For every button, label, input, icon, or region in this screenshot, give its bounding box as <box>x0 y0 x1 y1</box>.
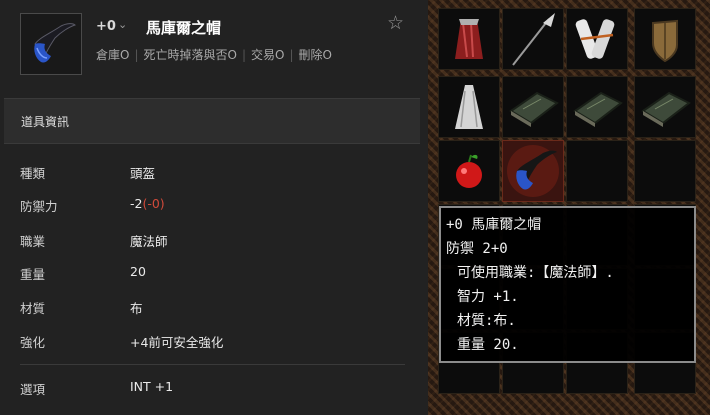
tooltip-int: 智力 +1. <box>457 289 519 305</box>
info-value: 頭盔 <box>130 166 156 181</box>
item-thumbnail <box>20 13 82 75</box>
spellbook-icon <box>573 91 623 127</box>
enhance-dropdown-icon[interactable]: ⌄ <box>118 18 127 31</box>
inventory-slot-empty[interactable] <box>566 140 628 202</box>
inventory-slot-selected[interactable] <box>502 140 564 202</box>
item-detail-panel: +0 ⌄ 馬庫爾之帽 ☆ 倉庫O | 死亡時掉落與否O | 交易O | 刪除O 道具資訊 種… <box>0 0 428 415</box>
tooltip-title: +0 馬庫爾之帽 <box>446 217 542 233</box>
info-value: 20 <box>130 264 146 279</box>
inventory-slot[interactable] <box>634 8 696 70</box>
flag-separator: | <box>289 48 294 62</box>
wizard-hat-icon <box>507 145 559 197</box>
info-value: +4前可安全強化 <box>130 335 224 350</box>
wooden-shield-icon <box>652 19 678 63</box>
spellbook-icon <box>509 91 559 127</box>
spellbook-icon <box>641 91 691 127</box>
item-title: 馬庫爾之帽 <box>146 19 222 37</box>
divider <box>20 364 405 365</box>
inventory-slot[interactable] <box>566 8 628 70</box>
info-value: 魔法師 <box>130 234 168 249</box>
scroll-bundle-icon <box>575 19 615 59</box>
inventory-slot[interactable] <box>566 76 628 138</box>
inventory-slot[interactable] <box>502 8 564 70</box>
flag-separator: | <box>134 48 139 62</box>
flag-separator: | <box>241 48 246 62</box>
defense-value: -2 <box>130 196 143 211</box>
info-value: INT +1 <box>130 379 174 394</box>
info-label: 材質 <box>20 301 46 316</box>
tooltip-weight: 重量 20. <box>457 337 519 353</box>
inventory-slot[interactable] <box>438 8 500 70</box>
inventory-slot-empty[interactable] <box>634 140 696 202</box>
item-tooltip: +0 馬庫爾之帽 防禦 2+0 可使用職業:【魔法師】. 智力 +1. 材質:布… <box>439 206 696 363</box>
section-title: 道具資訊 <box>21 115 70 129</box>
inventory-slot[interactable] <box>502 76 564 138</box>
info-row-enhance: 強化 +4前可安全強化 <box>0 332 428 352</box>
flag-storage: 倉庫O <box>96 48 130 62</box>
red-apple-icon <box>456 154 482 188</box>
info-label: 職業 <box>20 234 46 249</box>
info-label: 重量 <box>20 267 46 282</box>
spear-icon <box>512 13 555 66</box>
game-inventory-screenshot: +0 馬庫爾之帽 防禦 2+0 可使用職業:【魔法師】. 智力 +1. 材質:布… <box>428 0 710 415</box>
inventory-slot[interactable] <box>438 76 500 138</box>
info-row-option: 選項 INT +1 <box>0 379 428 399</box>
info-label: 強化 <box>20 335 46 350</box>
flag-drop-on-death: 死亡時掉落與否O <box>143 48 237 62</box>
inventory-slot[interactable] <box>438 140 500 202</box>
info-value: -2(-0) <box>130 196 165 211</box>
tooltip-defense: 防禦 2+0 <box>446 241 508 257</box>
wizard-hat-icon <box>34 23 76 63</box>
enhance-level: +0 <box>96 19 116 34</box>
favorite-star-icon[interactable]: ☆ <box>387 14 404 33</box>
info-row-class: 職業 魔法師 <box>0 231 428 251</box>
section-header: 道具資訊 <box>4 98 420 144</box>
info-label: 種類 <box>20 166 46 181</box>
defense-modifier: (-0) <box>142 196 165 211</box>
tooltip-class: 可使用職業:【魔法師】. <box>457 265 614 281</box>
info-label: 選項 <box>20 382 46 397</box>
info-row-type: 種類 頭盔 <box>0 163 428 183</box>
info-label: 防禦力 <box>20 199 58 214</box>
info-row-material: 材質 布 <box>0 298 428 318</box>
info-row-defense: 防禦力 -2(-0) <box>0 196 428 216</box>
info-row-weight: 重量 20 <box>0 264 428 284</box>
red-cloak-icon <box>455 19 483 59</box>
flag-delete: 刪除O <box>298 48 332 62</box>
item-flags: 倉庫O | 死亡時掉落與否O | 交易O | 刪除O <box>96 46 332 63</box>
flag-trade: 交易O <box>251 48 285 62</box>
inventory-slot[interactable] <box>634 76 696 138</box>
info-value: 布 <box>130 301 143 316</box>
white-cloak-icon <box>455 85 483 129</box>
tooltip-material: 材質:布. <box>457 313 516 329</box>
